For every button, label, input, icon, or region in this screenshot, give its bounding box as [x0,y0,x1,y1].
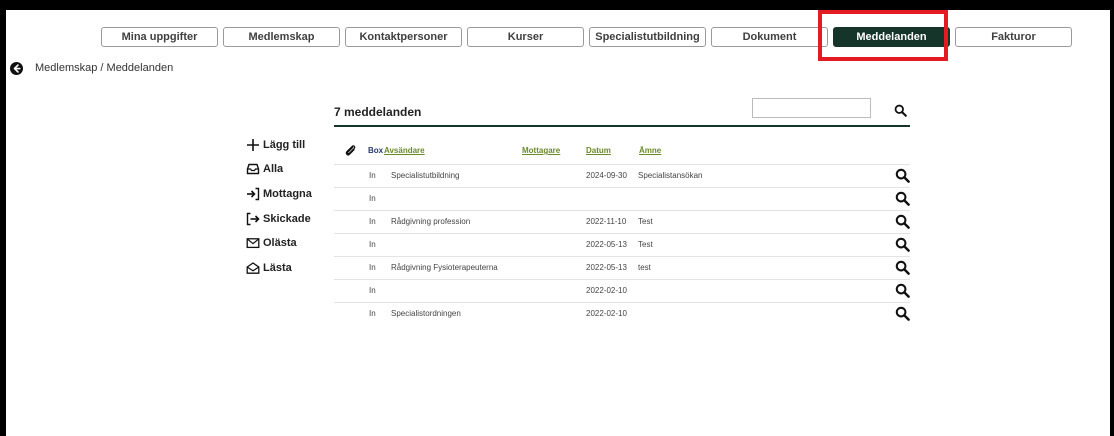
column-header-box: Box [368,146,384,155]
breadcrumb: Medlemskap / Meddelanden [10,61,173,75]
box-cell: In [369,263,376,272]
box-cell: In [369,309,376,318]
table-row[interactable]: In Rådgivning profession 2022-11-10 Test [334,210,910,233]
date-cell: 2022-02-10 [586,309,627,318]
column-header-sender[interactable]: Avsändare [384,146,425,155]
subject-cell: Specialistansökan [638,171,703,180]
date-cell: 2022-11-10 [586,217,627,226]
sign-out-icon [246,212,260,226]
plus-icon [247,139,259,151]
envelope-open-icon [246,262,260,274]
search-icon[interactable] [895,237,910,252]
subject-cell: Test [638,217,653,226]
box-cell: In [369,240,376,249]
add-message-button[interactable]: Lägg till [246,138,305,152]
search-icon[interactable] [895,306,910,321]
box-cell: In [369,194,376,203]
search-icon[interactable] [895,214,910,229]
tab-kontaktpersoner[interactable]: Kontaktpersoner [345,27,462,47]
sidebar-item-label: Lägg till [263,139,306,151]
tab-mina-uppgifter[interactable]: Mina uppgifter [101,27,218,47]
sidebar-item-label: Skickade [263,213,311,225]
sign-in-icon [247,187,260,201]
sidebar-item-olasta[interactable]: Olästa [246,236,297,250]
search-icon[interactable] [895,260,910,275]
table-row[interactable]: In Rådgivning Fysioterapeuterna 2022-05-… [334,256,910,279]
sender-cell: Rådgivning profession [391,217,471,226]
tab-medlemskap[interactable]: Medlemskap [223,27,340,47]
column-header-subject[interactable]: Ämne [639,146,661,155]
sidebar-item-label: Olästa [263,237,297,249]
sidebar-item-skickade[interactable]: Skickade [246,212,311,226]
search-icon[interactable] [895,168,910,183]
sidebar-item-alla[interactable]: Alla [246,162,283,176]
message-count-title: 7 meddelanden [334,105,422,119]
sidebar-item-label: Lästa [263,262,292,274]
date-cell: 2022-02-10 [586,286,627,295]
sender-cell: Rådgivning Fysioterapeuterna [391,263,498,272]
tab-specialistutbildning[interactable]: Specialistutbildning [589,27,706,47]
search-icon[interactable] [895,191,910,206]
box-cell: In [369,171,376,180]
column-header-date[interactable]: Datum [586,146,611,155]
inbox-icon [246,163,260,175]
back-arrow-icon[interactable] [10,61,23,75]
title-divider [334,125,910,127]
subject-cell: test [638,263,651,272]
date-cell: 2024-09-30 [586,171,627,180]
table-row[interactable]: In [334,187,910,210]
column-header-recipient[interactable]: Mottagare [522,146,560,155]
tab-fakturor[interactable]: Fakturor [955,27,1072,47]
table-row[interactable]: In 2022-02-10 [334,279,910,302]
search-input[interactable] [752,98,871,118]
paperclip-icon [345,145,356,156]
search-icon[interactable] [895,283,910,298]
tab-dokument[interactable]: Dokument [711,27,828,47]
sidebar-item-label: Mottagna [263,188,312,200]
box-cell: In [369,286,376,295]
subject-cell: Test [638,240,653,249]
date-cell: 2022-05-13 [586,263,627,272]
date-cell: 2022-05-13 [586,240,627,249]
active-tab-highlight-box [818,10,948,61]
sidebar-item-lasta[interactable]: Lästa [246,261,292,275]
table-row[interactable]: In Specialistordningen 2022-02-10 [334,302,910,325]
sender-cell: Specialistordningen [391,309,461,318]
sidebar-item-mottagna[interactable]: Mottagna [246,187,312,201]
search-icon[interactable] [894,104,907,117]
message-table-header: Box Avsändare Mottagare Datum Ämne [334,144,910,164]
breadcrumb-text: Medlemskap / Meddelanden [35,62,174,74]
table-row[interactable]: In Specialistutbildning 2024-09-30 Speci… [334,164,910,187]
table-row[interactable]: In 2022-05-13 Test [334,233,910,256]
sidebar-item-label: Alla [263,163,284,175]
box-cell: In [369,217,376,226]
envelope-icon [246,238,260,249]
tab-kurser[interactable]: Kurser [467,27,584,47]
sender-cell: Specialistutbildning [391,171,460,180]
